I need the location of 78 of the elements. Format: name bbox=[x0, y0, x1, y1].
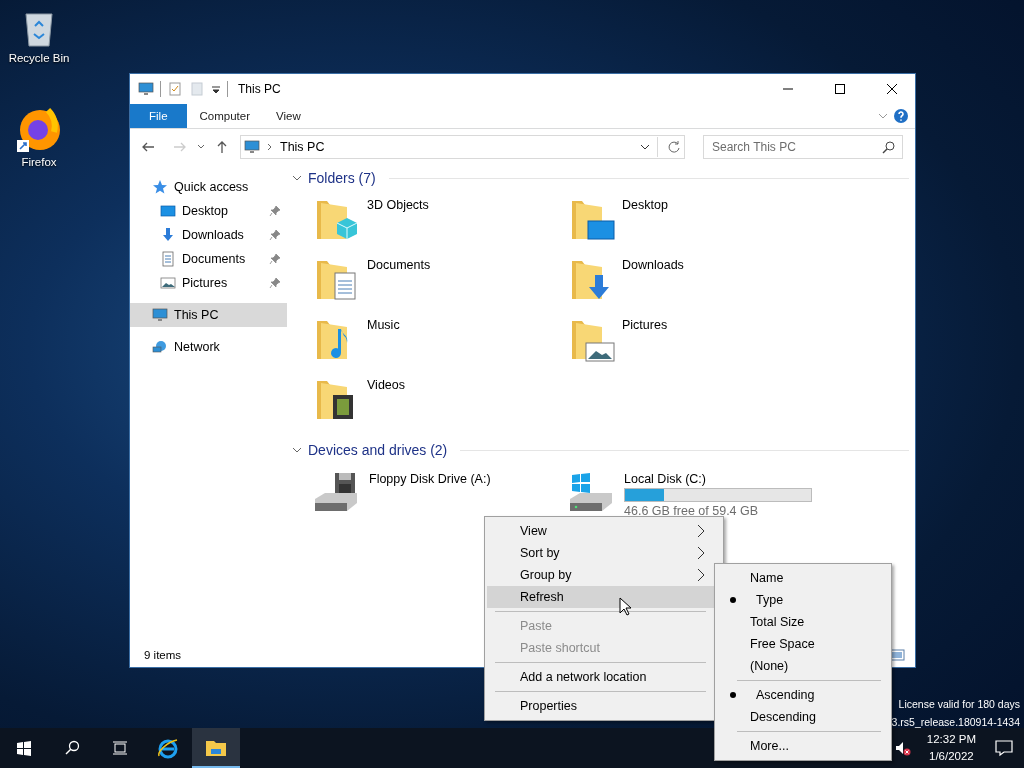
pin-icon bbox=[269, 229, 281, 241]
menu-item[interactable]: Type bbox=[717, 589, 889, 611]
computer-icon bbox=[152, 307, 168, 323]
menu-item[interactable]: Free Space bbox=[717, 633, 889, 655]
computer-icon bbox=[138, 81, 154, 97]
menu-item[interactable]: Descending bbox=[717, 706, 889, 728]
nav-item[interactable]: This PC bbox=[130, 303, 287, 327]
nav-item[interactable]: Quick access bbox=[130, 175, 287, 199]
search-icon bbox=[882, 140, 896, 154]
desktop-icon bbox=[160, 203, 176, 219]
folder-name[interactable]: Videos bbox=[367, 375, 405, 392]
mouse-pointer-icon bbox=[619, 597, 633, 617]
menu-item[interactable]: Properties bbox=[487, 695, 714, 717]
down-arrow-icon bbox=[160, 227, 176, 243]
properties-icon bbox=[167, 81, 183, 97]
pin-icon bbox=[269, 253, 281, 265]
pin-icon bbox=[269, 205, 281, 217]
nav-item[interactable]: Desktop bbox=[130, 199, 287, 223]
start-icon bbox=[16, 740, 32, 756]
address-text: This PC bbox=[280, 140, 326, 154]
menu-item[interactable]: Add a network location bbox=[487, 666, 714, 688]
star-icon bbox=[152, 179, 168, 195]
menu-item[interactable]: Sort by bbox=[487, 542, 714, 564]
free-space-text: 46.6 GB free of 59.4 GB bbox=[624, 504, 760, 518]
clock-date[interactable]: 1/6/2022 bbox=[929, 748, 974, 765]
clock-time[interactable]: 12:32 PM bbox=[926, 731, 976, 748]
nav-item[interactable]: Network bbox=[130, 335, 287, 359]
desktop-notice-text: 3.rs5_release.180914-1434 bbox=[891, 715, 1020, 730]
ribbon-tab[interactable]: Computer bbox=[186, 104, 264, 128]
menu-item[interactable]: (None) bbox=[717, 655, 889, 677]
folder-name[interactable]: Pictures bbox=[622, 315, 668, 332]
chevron-right-icon bbox=[266, 142, 274, 152]
menu-item[interactable]: View bbox=[487, 520, 714, 542]
group-header[interactable]: Folders (7) bbox=[308, 170, 376, 186]
nav-item[interactable]: Documents bbox=[130, 247, 287, 271]
search-icon bbox=[64, 740, 80, 756]
folder-name[interactable]: Music bbox=[367, 315, 400, 332]
taskbar-app-button[interactable] bbox=[192, 728, 240, 768]
menu-item[interactable]: Refresh bbox=[487, 586, 714, 608]
window-title: This PC bbox=[238, 82, 282, 96]
document-icon bbox=[160, 251, 176, 267]
desktop-notice-text: License valid for 180 days bbox=[898, 697, 1020, 712]
desktop-icon-label[interactable]: Recycle Bin bbox=[8, 52, 70, 64]
folder-name[interactable]: Desktop bbox=[622, 195, 668, 212]
new-folder-icon bbox=[189, 81, 205, 97]
speaker-muted-icon bbox=[894, 740, 911, 756]
network-icon bbox=[152, 339, 168, 355]
address-bar[interactable]: This PC bbox=[240, 135, 685, 159]
maximize-icon bbox=[834, 83, 846, 95]
search-field[interactable]: Search This PC bbox=[703, 135, 903, 159]
folder-name[interactable]: Downloads bbox=[622, 255, 684, 272]
chevron-right-icon bbox=[696, 568, 706, 582]
menu-item[interactable]: Ascending bbox=[717, 684, 889, 706]
menu-item[interactable]: More... bbox=[717, 735, 889, 757]
browser-icon bbox=[156, 736, 180, 760]
folder-name[interactable]: 3D Objects bbox=[367, 195, 429, 212]
ribbon-tab[interactable]: View bbox=[263, 104, 314, 128]
pin-icon bbox=[269, 277, 281, 289]
notification-icon bbox=[994, 738, 1014, 758]
desktop-icon-label[interactable]: Firefox bbox=[21, 156, 57, 168]
chevron-right-icon bbox=[696, 546, 706, 560]
item-count: 9 items bbox=[144, 649, 182, 661]
nav-item[interactable]: Downloads bbox=[130, 223, 287, 247]
chevron-right-icon bbox=[696, 524, 706, 538]
nav-item[interactable]: Pictures bbox=[130, 271, 287, 295]
group-header[interactable]: Devices and drives (2) bbox=[308, 442, 448, 458]
menu-item[interactable]: Group by bbox=[487, 564, 714, 586]
task-view-icon bbox=[112, 740, 128, 756]
picture-icon bbox=[160, 275, 176, 291]
menu-item[interactable]: Name bbox=[717, 567, 889, 589]
close-icon bbox=[886, 83, 898, 95]
computer-icon bbox=[244, 139, 260, 155]
drive-name[interactable]: Floppy Disk Drive (A:) bbox=[369, 469, 491, 486]
ribbon-tab[interactable]: File bbox=[130, 104, 187, 128]
help-icon bbox=[893, 108, 909, 124]
menu-item[interactable]: Total Size bbox=[717, 611, 889, 633]
folder-name[interactable]: Documents bbox=[367, 255, 431, 272]
drive-name[interactable]: Local Disk (C:) bbox=[624, 469, 812, 486]
